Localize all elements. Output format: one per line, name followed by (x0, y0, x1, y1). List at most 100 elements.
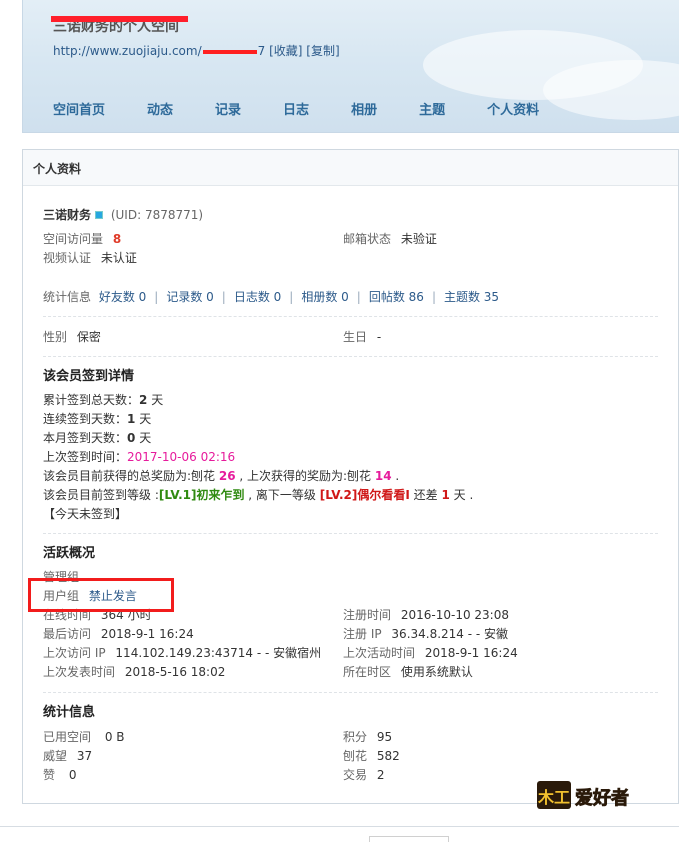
signin-total-label: 累计签到总天数： (43, 393, 140, 407)
email-status-label: 邮箱状态 (343, 232, 392, 246)
watermark-logo: 木工 爱好者 (537, 781, 629, 809)
online-status-icon (95, 210, 104, 219)
trades-label: 交易 (343, 768, 368, 782)
signin-reward: 该会员目前获得的总奖励为:刨花 26 , 上次获得的奖励为:刨花 14 . (43, 468, 399, 484)
points-label: 积分 (343, 730, 368, 744)
divider (43, 316, 658, 317)
user-line: 三诺财务 (UID: 7878771) (43, 207, 203, 223)
space-url: http://www.zuojiaju.com/7 [收藏] [复制] (53, 42, 340, 59)
reward-mid: , 上次获得的奖励为:刨花 (235, 469, 375, 483)
activity-title: 活跃概况 (43, 546, 96, 561)
last-ip-value: 114.102.149.23:43714 - - 安徽宿州 (115, 646, 322, 660)
divider: | (289, 290, 294, 304)
shavings-value: 582 (376, 749, 400, 763)
gender: 性别 保密 (43, 329, 101, 345)
divider: | (356, 290, 361, 304)
divider (43, 356, 658, 357)
last-active: 上次活动时间 2018-9-1 16:24 (343, 645, 518, 661)
timezone: 所在时区 使用系统默认 (343, 664, 473, 680)
likes-label: 赞 (43, 768, 56, 782)
favorite-link[interactable]: [收藏] (269, 44, 302, 58)
nav-records[interactable]: 记录 (215, 99, 241, 118)
register-time-value: 2016-10-10 23:08 (400, 608, 509, 622)
level-gap-prefix: 还差 (409, 488, 442, 502)
divider: | (154, 290, 159, 304)
logo-text: 爱好者 (575, 787, 629, 809)
last-visit-label: 最后访问 (43, 627, 92, 641)
prestige-value: 37 (76, 749, 93, 763)
stat-blogs[interactable]: 日志数 0 (234, 290, 281, 304)
space-used-label: 已用空间 (43, 730, 92, 744)
footer-divider (0, 826, 679, 827)
shavings-label: 刨花 (343, 749, 368, 763)
nav-home[interactable]: 空间首页 (53, 99, 105, 118)
points-value: 95 (376, 730, 393, 744)
register-time: 注册时间 2016-10-10 23:08 (343, 607, 509, 623)
register-ip: 注册 IP 36.34.8.214 - - 安徽 (343, 626, 508, 642)
space-used: 已用空间 0 B (43, 729, 125, 745)
reward-last: 14 (374, 469, 392, 483)
signin-title: 该会员签到详情 (43, 369, 135, 384)
gender-value: 保密 (76, 330, 101, 344)
stats-label: 统计信息 (43, 290, 92, 304)
signin-last: 上次签到时间：2017-10-06 02:16 (43, 449, 235, 465)
divider: | (221, 290, 226, 304)
space-header: 三诺财务的个人空间 http://www.zuojiaju.com/7 [收藏]… (22, 0, 679, 133)
nav-album[interactable]: 相册 (351, 99, 377, 118)
nav-blog[interactable]: 日志 (283, 99, 309, 118)
signin-last-label: 上次签到时间： (43, 450, 128, 464)
signin-month: 本月签到天数：0 天 (43, 430, 151, 446)
last-post-value: 2018-5-16 18:02 (124, 665, 226, 679)
redaction-mark (51, 16, 188, 22)
timezone-label: 所在时区 (343, 665, 392, 679)
register-ip-label: 注册 IP (343, 627, 382, 641)
stat-records[interactable]: 记录数 0 (166, 290, 213, 304)
uid: (UID: 7878771) (110, 208, 204, 222)
username: 三诺财务 (43, 208, 92, 222)
last-post: 上次发表时间 2018-5-16 18:02 (43, 664, 225, 680)
prestige: 威望 37 (43, 748, 92, 764)
signin-total: 累计签到总天数：2 天 (43, 392, 163, 408)
space-visits-label: 空间访问量 (43, 232, 104, 246)
points: 积分 95 (343, 729, 392, 745)
unit: 天 (147, 393, 164, 407)
signin-month-label: 本月签到天数： (43, 431, 128, 445)
url-text[interactable]: http://www.zuojiaju.com/ (53, 44, 202, 58)
signin-last-value: 2017-10-06 02:16 (127, 450, 236, 464)
footer-tab (369, 836, 449, 842)
logo-glyph: 木工 (537, 788, 570, 807)
nav-profile[interactable]: 个人资料 (487, 99, 539, 118)
birthday: 生日 - (343, 329, 381, 345)
last-visit: 最后访问 2018-9-1 16:24 (43, 626, 194, 642)
birthday-value: - (376, 330, 382, 344)
level-mid: , 离下一等级 (244, 488, 320, 502)
space-visits-value: 8 (112, 232, 122, 246)
stat-friends[interactable]: 好友数 0 (99, 290, 146, 304)
stat-replies[interactable]: 回帖数 86 (369, 290, 424, 304)
trades-value: 2 (376, 768, 385, 782)
last-post-label: 上次发表时间 (43, 665, 116, 679)
nav-threads[interactable]: 主题 (419, 99, 445, 118)
gender-label: 性别 (43, 330, 68, 344)
level-next: [LV.2]偶尔看看I (319, 488, 410, 502)
video-auth-value: 未认证 (100, 251, 137, 265)
nav-feed[interactable]: 动态 (147, 99, 173, 118)
space-visits: 空间访问量 8 (43, 231, 121, 247)
video-auth-label: 视频认证 (43, 251, 92, 265)
url-suffix[interactable]: 7 (258, 44, 266, 58)
url-redaction (202, 49, 257, 54)
highlight-annotation (28, 578, 174, 612)
register-ip-value: 36.34.8.214 - - 安徽 (391, 627, 509, 641)
stat-albums[interactable]: 相册数 0 (301, 290, 348, 304)
copy-link[interactable]: [复制] (306, 44, 339, 58)
reward-prefix: 该会员目前获得的总奖励为:刨花 (43, 469, 219, 483)
email-status-value: 未验证 (400, 232, 437, 246)
prestige-label: 威望 (43, 749, 68, 763)
reward-total: 26 (218, 469, 236, 483)
stat-threads[interactable]: 主题数 35 (444, 290, 499, 304)
last-ip: 上次访问 IP 114.102.149.23:43714 - - 安徽宿州 (43, 645, 321, 661)
trades: 交易 2 (343, 767, 384, 783)
divider (43, 533, 658, 534)
signin-streak: 连续签到天数：1 天 (43, 411, 151, 427)
unit: 天 (135, 431, 152, 445)
